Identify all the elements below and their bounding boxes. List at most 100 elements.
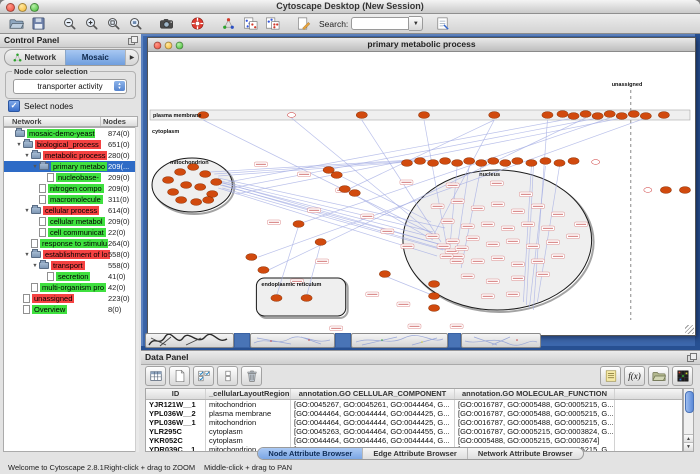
network-node[interactable] (540, 158, 551, 165)
tree-row[interactable]: cell communicat22(0) (4, 227, 137, 238)
network-node-small[interactable] (644, 188, 652, 193)
network-node-small[interactable] (592, 160, 600, 165)
unselect-attributes-button[interactable] (217, 366, 238, 386)
network-node[interactable] (554, 160, 565, 167)
expander-icon[interactable]: ▼ (23, 252, 31, 258)
tree-row[interactable]: Overview8(0) (4, 304, 137, 315)
compare-networks-button[interactable] (262, 15, 282, 32)
column-header[interactable]: ID (146, 389, 206, 399)
zoom-fit-button[interactable] (125, 15, 145, 32)
tree-row[interactable]: nucleobase-209(0) (4, 172, 137, 183)
network-node[interactable] (176, 197, 187, 204)
float-panel-icon[interactable] (128, 36, 137, 45)
network-node[interactable] (163, 177, 174, 184)
table-row[interactable]: YJR121W__1mitochondrion[GO:0045267, GO:0… (146, 400, 682, 409)
network-node[interactable] (181, 182, 192, 189)
tree-row[interactable]: ▼metabolic process280(0) (4, 150, 137, 161)
zoom-selected-button[interactable] (103, 15, 123, 32)
vizmapper-button[interactable] (218, 15, 238, 32)
tree-scrollbar[interactable] (135, 127, 139, 452)
column-header[interactable]: _cellularLayoutRegion (206, 389, 291, 399)
network-node[interactable] (592, 113, 603, 120)
network-node[interactable] (429, 281, 440, 288)
tree-row[interactable]: ▼cellular process614(0) (4, 205, 137, 216)
open-session-button[interactable] (6, 15, 26, 32)
float-data-panel-icon[interactable] (687, 353, 696, 362)
network-node[interactable] (418, 112, 429, 119)
tab-mosaic[interactable]: Mosaic (65, 50, 126, 65)
network-node[interactable] (452, 160, 463, 167)
minimized-window-4[interactable] (461, 333, 541, 348)
column-header[interactable] (615, 389, 682, 399)
scrollbar-thumb[interactable] (685, 391, 694, 413)
network-node[interactable] (331, 172, 342, 179)
tree-row[interactable]: unassigned223(0) (4, 293, 137, 304)
network-node[interactable] (557, 111, 568, 118)
import-attributes-button[interactable] (432, 15, 452, 32)
tree-row[interactable]: cellular metabol209(0) (4, 216, 137, 227)
network-node[interactable] (568, 113, 579, 120)
network-node[interactable] (203, 197, 214, 204)
tree-row[interactable]: ▼biological_process651(0) (4, 139, 137, 150)
network-node[interactable] (628, 111, 639, 118)
network-node[interactable] (293, 221, 304, 228)
network-edge[interactable] (214, 160, 423, 174)
network-node[interactable] (440, 158, 451, 165)
network-node[interactable] (211, 179, 222, 186)
tree-row[interactable]: ▼transport558(0) (4, 260, 137, 271)
network-canvas-svg[interactable]: plasma membranecytoplasmmitochondrionnuc… (148, 52, 695, 335)
delete-attribute-button[interactable] (241, 366, 262, 386)
zoom-in-button[interactable] (81, 15, 101, 32)
network-node[interactable] (195, 184, 206, 191)
network-node[interactable] (356, 112, 367, 119)
network-node[interactable] (500, 160, 511, 167)
network-node[interactable] (476, 160, 487, 167)
expander-icon[interactable]: ▼ (31, 164, 39, 170)
tree-row[interactable]: secretion41(0) (4, 271, 137, 282)
network-edge[interactable] (232, 118, 597, 188)
network-node[interactable] (488, 158, 499, 165)
tree-row[interactable]: multi-organism pro42(0) (4, 282, 137, 293)
expander-icon[interactable]: ▼ (15, 142, 23, 148)
select-nodes-checkbox[interactable]: ✓ (8, 100, 20, 112)
function-builder-button[interactable]: f(x) (624, 366, 645, 386)
network-node[interactable] (429, 305, 440, 312)
minimized-window-3[interactable] (351, 333, 448, 348)
network-node[interactable] (246, 254, 257, 261)
table-row[interactable]: YPL036W__1mitochondrion[GO:0044464, GO:0… (146, 418, 682, 427)
network-node[interactable] (379, 271, 390, 278)
column-header[interactable]: annotation.GO MOLECULAR_FUNCTION (455, 389, 615, 399)
network-node[interactable] (660, 187, 671, 194)
network-node[interactable] (616, 113, 627, 120)
network-edge[interactable] (210, 160, 411, 172)
search-input[interactable] (351, 17, 409, 30)
tree-row[interactable]: ▼establishment of lo558(0) (4, 249, 137, 260)
network-node[interactable] (349, 190, 360, 197)
table-scrollbar[interactable]: ▲ ▼ (683, 388, 694, 452)
network-canvas[interactable]: plasma membranecytoplasmmitochondrionnuc… (148, 52, 695, 335)
network-node[interactable] (315, 239, 326, 246)
network-edge[interactable] (236, 118, 621, 194)
network-node[interactable] (339, 186, 350, 193)
column-header[interactable]: annotation.GO CELLULAR_COMPONENT (291, 389, 455, 399)
tree-row[interactable]: mosaic-demo-yeast874(0) (4, 128, 137, 139)
annotation-button[interactable] (293, 15, 313, 32)
network-node[interactable] (640, 113, 651, 120)
table-row[interactable]: YKR052Ccytoplasm[GO:0044464, GO:0044446,… (146, 436, 682, 445)
import-attributes-file-button[interactable] (648, 366, 669, 386)
snapshot-button[interactable] (156, 15, 176, 32)
network-node[interactable] (258, 267, 269, 274)
network-node[interactable] (301, 295, 312, 302)
node-color-dropdown[interactable]: transporter activity ▲▼ (13, 79, 127, 94)
select-nodes-row[interactable]: ✓ Select nodes (8, 100, 73, 112)
network-node[interactable] (168, 189, 179, 196)
resize-grip[interactable] (685, 325, 694, 334)
save-session-button[interactable] (28, 15, 48, 32)
table-row[interactable]: YLR295Ccytoplasm[GO:0045263, GO:0044464,… (146, 427, 682, 436)
expander-icon[interactable]: ▼ (23, 208, 31, 214)
tab-edge-attribute-browser[interactable]: Edge Attribute Browser (362, 448, 466, 459)
network-node[interactable] (464, 158, 475, 165)
tab-network[interactable]: Network (5, 50, 65, 65)
network-node[interactable] (489, 112, 500, 119)
table-row[interactable]: YPL036W__2plasma membrane[GO:0044464, GO… (146, 409, 682, 418)
